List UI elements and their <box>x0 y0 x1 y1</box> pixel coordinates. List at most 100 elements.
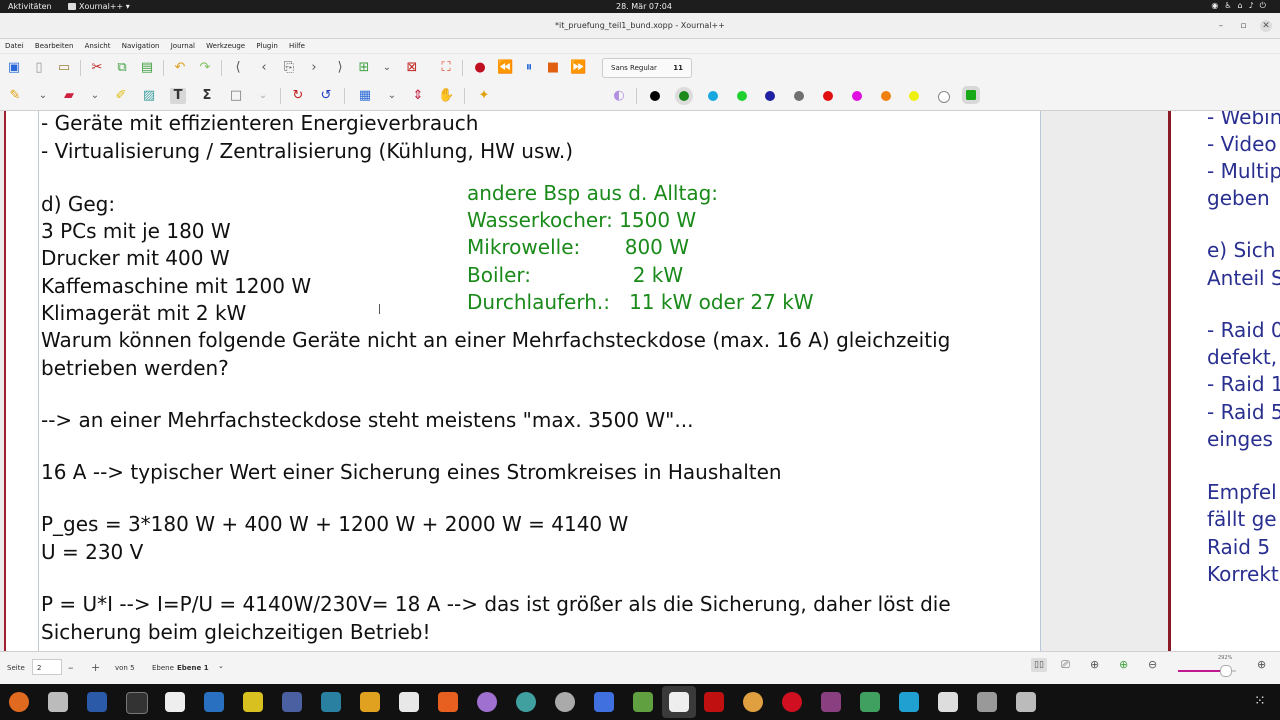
page-decrement-icon[interactable]: – <box>68 661 74 674</box>
image-viewer-icon[interactable] <box>633 692 653 712</box>
dual-page-icon[interactable]: ▯▯ <box>1031 658 1047 672</box>
archive-icon[interactable] <box>360 692 380 712</box>
video-player-icon[interactable] <box>821 692 841 712</box>
page1-text-line[interactable]: Sicherung beim gleichzeitigen Betrieb! <box>41 620 431 644</box>
menu-werkzeuge[interactable]: Werkzeuge <box>201 39 249 50</box>
document-canvas[interactable]: - Geräte mit effizienteren Energieverbra… <box>0 111 1280 651</box>
redo-icon[interactable]: ↷ <box>197 60 213 76</box>
document-viewer-icon[interactable] <box>977 692 997 712</box>
menu-hilfe[interactable]: Hilfe <box>284 39 309 50</box>
fullscreen-icon[interactable]: ⛶ <box>438 60 454 76</box>
system-tray[interactable]: ◉♿⌂♪⏻ <box>1211 1 1272 11</box>
page2-text-line[interactable]: Raid 5 <box>1207 535 1270 559</box>
page1-text-line[interactable]: betrieben werden? <box>41 356 229 380</box>
green-note-line[interactable]: andere Bsp aus d. Alltag: <box>467 181 718 205</box>
eraser-icon[interactable]: ▰ <box>61 88 77 104</box>
compass-icon[interactable] <box>516 692 536 712</box>
select-rectangle-icon[interactable]: ▦ <box>357 88 373 104</box>
page2-text-line[interactable]: defekt, <box>1207 345 1277 369</box>
photos-icon[interactable] <box>743 692 763 712</box>
page1-text-line[interactable]: P_ges = 3*180 W + 400 W + 1200 W + 2000 … <box>41 512 628 536</box>
gimp-icon[interactable] <box>860 692 880 712</box>
color-swatch[interactable] <box>708 91 718 101</box>
color-swatch[interactable] <box>881 91 891 101</box>
page2-text-line[interactable]: - Raid 0 <box>1207 318 1280 342</box>
page1-text-line[interactable]: 3 PCs mit je 180 W <box>41 219 231 243</box>
page2-text-line[interactable]: e) Sich <box>1207 238 1275 262</box>
save-icon[interactable]: ▣ <box>6 60 22 76</box>
terminal-icon[interactable] <box>126 692 148 714</box>
copy-icon[interactable]: ⧉ <box>114 60 130 76</box>
chevron-down-icon[interactable]: ⌄ <box>258 88 268 104</box>
zoom-in-icon[interactable]: ⊕ <box>1119 658 1128 671</box>
seek-forward-icon[interactable]: ⏩ <box>570 60 586 76</box>
page1-text-line[interactable]: Warum können folgende Geräte nicht an ei… <box>41 328 950 352</box>
menu-bearbeiten[interactable]: Bearbeiten <box>30 39 77 50</box>
layer-dropdown-icon[interactable]: ⌄ <box>218 662 224 670</box>
show-apps-icon[interactable]: ⁙ <box>1254 694 1268 708</box>
fill-icon[interactable]: ◐ <box>611 88 627 104</box>
green-note-line[interactable]: Durchlauferh.: 11 kW oder 27 kW <box>467 290 814 314</box>
activities-button[interactable]: Aktivitäten <box>8 2 52 11</box>
menu-journal[interactable]: Journal <box>166 39 199 50</box>
page1-text-line[interactable]: P = U*I --> I=P/U = 4140W/230V= 18 A -->… <box>41 592 951 616</box>
files-icon[interactable] <box>48 692 68 712</box>
screenshot-icon[interactable] <box>594 692 614 712</box>
search-tool-icon[interactable] <box>938 692 958 712</box>
page1-text-line[interactable]: U = 230 V <box>41 540 143 564</box>
open-folder-icon[interactable]: ▭ <box>56 60 72 76</box>
page2-text-line[interactable]: einges <box>1207 427 1273 451</box>
color-swatch[interactable] <box>737 91 747 101</box>
hand-icon[interactable]: ✋ <box>438 88 454 104</box>
color-swatch[interactable] <box>962 86 980 104</box>
pause-icon[interactable]: ⏸ <box>521 60 537 76</box>
first-page-icon[interactable]: ⟨ <box>230 60 246 76</box>
record-audio-icon[interactable]: ● <box>472 60 488 76</box>
network-tool-icon[interactable] <box>282 692 302 712</box>
zoom-out-icon[interactable]: ⊖ <box>1148 658 1157 671</box>
color-swatch[interactable] <box>794 91 804 101</box>
page1-text-line[interactable]: Kaffemaschine mit 1200 W <box>41 274 311 298</box>
color-swatch[interactable] <box>679 91 689 101</box>
chevron-down-icon[interactable]: ⌄ <box>387 88 397 104</box>
zoom-slider-handle[interactable] <box>1220 665 1232 677</box>
previous-page-icon[interactable]: ‹ <box>256 60 272 76</box>
chart-tool-icon[interactable] <box>243 692 263 712</box>
chevron-down-icon[interactable]: ⌄ <box>382 60 392 76</box>
color-swatch[interactable] <box>938 91 950 103</box>
page1-text-line[interactable]: 16 A --> typischer Wert einer Sicherung … <box>41 460 782 484</box>
page-number-input[interactable]: 2 <box>32 659 62 675</box>
layer-selector[interactable]: Ebene 1 <box>177 664 209 672</box>
select-region-icon[interactable]: ↻ <box>290 88 306 104</box>
menu-navigation[interactable]: Navigation <box>117 39 164 50</box>
vertical-space-icon[interactable]: ⇕ <box>410 88 426 104</box>
text-editor-icon[interactable] <box>165 692 185 712</box>
page-1[interactable]: - Geräte mit effizienteren Energieverbra… <box>4 111 1041 651</box>
paste-icon[interactable]: ▤ <box>139 60 155 76</box>
drive-icon[interactable] <box>1016 692 1036 712</box>
page1-text-line[interactable]: --> an einer Mehrfachsteckdose steht mei… <box>41 408 693 432</box>
green-note-line[interactable]: Mikrowelle: 800 W <box>467 235 689 259</box>
opera-icon[interactable] <box>782 692 802 712</box>
settings-icon[interactable] <box>555 692 575 712</box>
presentation-icon[interactable]: ⎚ <box>1061 658 1070 672</box>
page2-text-line[interactable]: geben <box>1207 186 1270 210</box>
zoom-fit-icon[interactable]: ⊕ <box>1090 658 1099 671</box>
last-page-icon[interactable]: ⟩ <box>332 60 348 76</box>
zoom-100-icon[interactable]: ⊕ <box>1257 658 1266 671</box>
text-tool-icon[interactable]: T <box>170 88 186 104</box>
clock[interactable]: 28. Mär 07:04 <box>616 2 672 11</box>
chevron-down-icon[interactable]: ⌄ <box>38 88 48 104</box>
chevron-down-icon[interactable]: ⌄ <box>90 88 100 104</box>
xournal-dock-icon[interactable] <box>669 692 689 712</box>
math-tex-icon[interactable]: Σ <box>199 88 215 104</box>
cut-icon[interactable]: ✂ <box>89 60 105 76</box>
menu-plugin[interactable]: Plugin <box>251 39 281 50</box>
goto-page-icon[interactable]: ⎘ <box>281 60 297 76</box>
writer-icon[interactable] <box>87 692 107 712</box>
menu-ansicht[interactable]: Ansicht <box>80 39 115 50</box>
page-increment-icon[interactable]: + <box>91 661 100 674</box>
filezilla-icon[interactable] <box>704 692 724 712</box>
color-swatch[interactable] <box>823 91 833 101</box>
color-swatch[interactable] <box>909 91 919 101</box>
